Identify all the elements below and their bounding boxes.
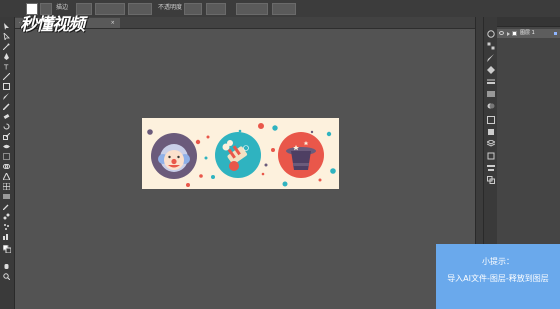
- svg-text:T: T: [3, 64, 9, 71]
- style-dropdown[interactable]: [206, 3, 226, 15]
- tools-panel: T: [0, 17, 15, 309]
- symbol-sprayer-tool-icon[interactable]: [3, 223, 10, 230]
- visibility-eye-icon[interactable]: [499, 31, 504, 35]
- options-bar: 描边 不透明度: [0, 0, 560, 18]
- width-tool-icon[interactable]: [3, 143, 10, 150]
- brush-dropdown[interactable]: [95, 3, 125, 15]
- free-transform-tool-icon[interactable]: [3, 153, 10, 160]
- layer-row[interactable]: 图层 1: [497, 29, 560, 38]
- stroke-panel-icon[interactable]: [487, 71, 495, 84]
- variable-width-dropdown[interactable]: [128, 3, 152, 15]
- symbols-panel-icon[interactable]: [487, 59, 495, 74]
- layers-panel-header: [497, 17, 560, 27]
- perspective-grid-tool-icon[interactable]: [3, 173, 10, 180]
- zoom-tool-icon[interactable]: [3, 273, 10, 280]
- graphic-styles-panel-icon[interactable]: [487, 121, 495, 135]
- line-tool-icon[interactable]: [3, 73, 10, 80]
- watermark-text: 秒懂视频: [20, 15, 85, 35]
- pathfinder-panel-icon[interactable]: [487, 169, 495, 184]
- paintbrush-tool-icon[interactable]: [3, 93, 10, 100]
- preferences-button[interactable]: [272, 3, 296, 15]
- opacity-label: 不透明度: [158, 4, 183, 11]
- fill-stroke-swatch-icon[interactable]: [3, 245, 11, 253]
- shape-builder-tool-icon[interactable]: [3, 163, 10, 170]
- transparency-panel-icon[interactable]: [487, 95, 495, 109]
- popcorn-icon: [215, 132, 261, 178]
- graph-tool-icon[interactable]: [3, 233, 10, 240]
- illustration: [147, 123, 336, 187]
- clown-icon: [151, 133, 197, 179]
- tip-title: 小提示：: [482, 257, 514, 266]
- rectangle-tool-icon[interactable]: [3, 83, 10, 90]
- eyedropper-tool-icon[interactable]: [3, 203, 10, 210]
- layer-thumbnail: [512, 31, 517, 36]
- tip-body: 导入AI文件-图层-释放到图层: [447, 274, 549, 283]
- selection-tool-icon[interactable]: [3, 23, 10, 30]
- blend-tool-icon[interactable]: [3, 213, 10, 220]
- hand-tool-icon[interactable]: [3, 263, 10, 270]
- scale-tool-icon[interactable]: [3, 133, 10, 140]
- artboards-panel-icon[interactable]: [487, 145, 495, 160]
- layers-panel-icon[interactable]: [485, 133, 497, 147]
- eraser-tool-icon[interactable]: [3, 113, 10, 120]
- artboard[interactable]: [142, 118, 339, 189]
- align-panel-icon[interactable]: [487, 157, 495, 171]
- watermark-logo: 秒懂视频: [20, 10, 85, 35]
- color-panel-icon[interactable]: [487, 23, 495, 38]
- document-setup-button[interactable]: [236, 3, 268, 15]
- opacity-input[interactable]: [184, 3, 202, 15]
- selection-marker[interactable]: [554, 32, 557, 35]
- pen-tool-icon[interactable]: [3, 53, 10, 60]
- rotate-tool-icon[interactable]: [3, 123, 10, 130]
- tip-box: 小提示： 导入AI文件-图层-释放到图层: [436, 244, 560, 309]
- direct-selection-tool-icon[interactable]: [3, 33, 10, 40]
- expand-triangle-icon[interactable]: [507, 32, 510, 36]
- pencil-tool-icon[interactable]: [3, 103, 10, 110]
- magic-wand-tool-icon[interactable]: [3, 43, 10, 50]
- swatches-panel-icon[interactable]: [487, 35, 495, 50]
- mesh-tool-icon[interactable]: [3, 183, 10, 190]
- close-icon[interactable]: ×: [111, 20, 115, 26]
- gradient-tool-icon[interactable]: [3, 193, 10, 200]
- appearance-panel-icon[interactable]: [487, 109, 495, 124]
- type-tool-icon[interactable]: T: [3, 63, 10, 71]
- brushes-panel-icon[interactable]: [487, 47, 495, 62]
- gradient-panel-icon[interactable]: [487, 83, 495, 97]
- layer-name: 图层 1: [520, 30, 535, 36]
- magic-hat-icon: [278, 132, 324, 178]
